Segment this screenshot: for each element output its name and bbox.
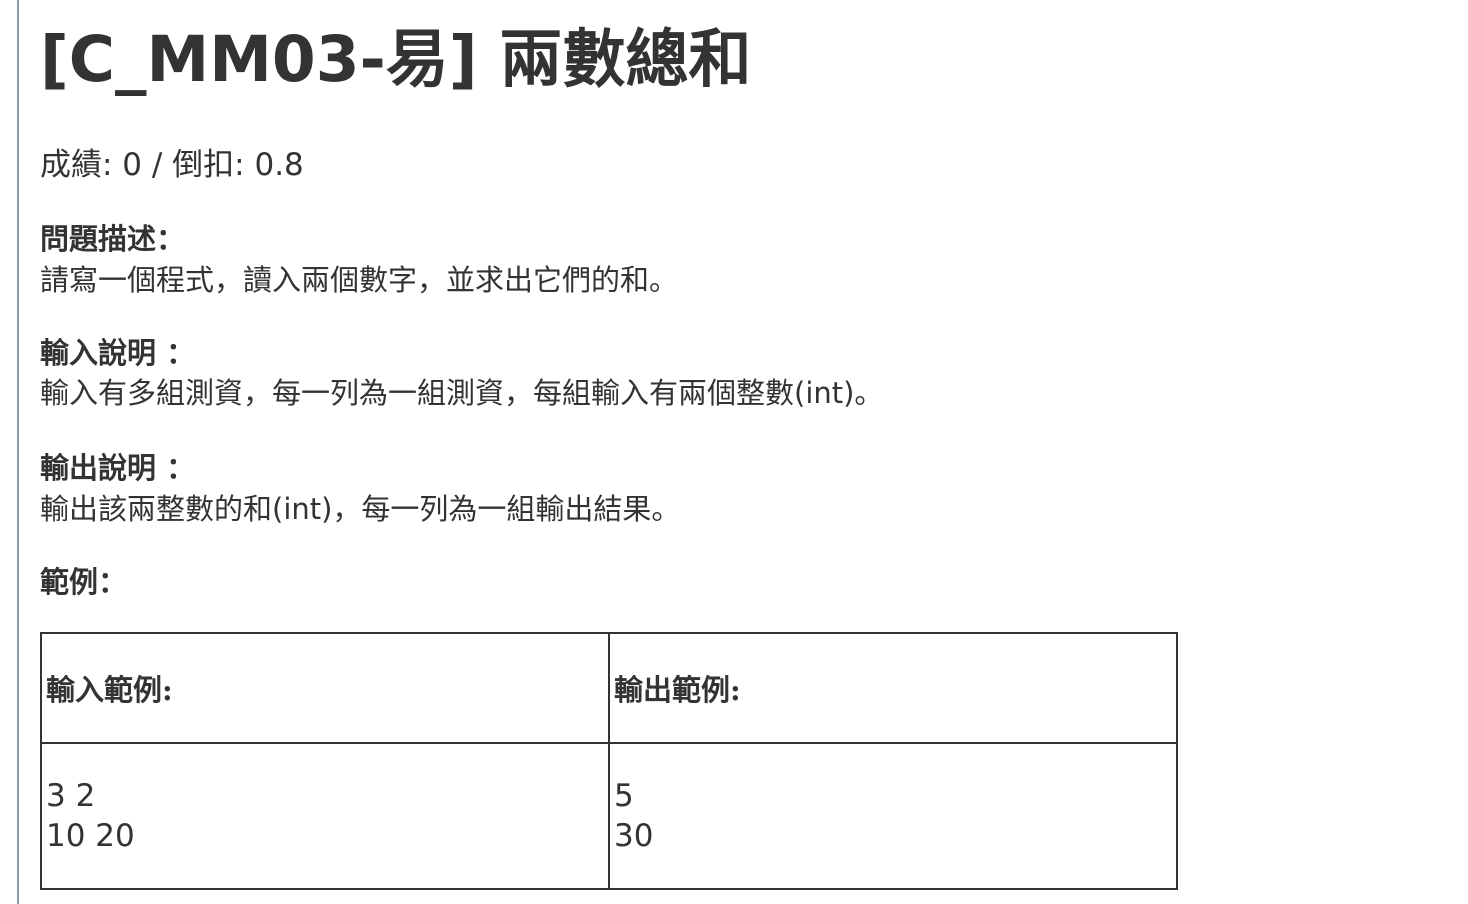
input-example-line: 10 20 [46, 818, 135, 854]
example-header-row: 輸入範例: 輸出範例: [40, 632, 1178, 744]
input-description-label: 輸入說明 ： [40, 336, 196, 370]
example-label: 範例： [40, 565, 128, 599]
description-label: 問題描述： [40, 222, 186, 256]
output-description-text: 輸出該兩整數的和(int)，每一列為一組輸出結果。 [40, 492, 681, 526]
input-description-text: 輸入有多組測資，每一列為一組測資，每組輸入有兩個整數(int)。 [40, 376, 884, 410]
output-example-header: 輸出範例: [608, 632, 1178, 744]
left-border-rule [17, 0, 19, 904]
input-example-line: 3 2 [46, 778, 96, 814]
example-table: 輸入範例: 輸出範例: 3 2 10 20 5 30 [40, 632, 1178, 890]
output-example-line: 30 [614, 818, 654, 854]
problem-title: [C_MM03-易] 兩數總和 [40, 23, 752, 96]
description-text: 請寫一個程式，讀入兩個數字，並求出它們的和。 [40, 263, 679, 297]
output-description-label: 輸出說明 ： [40, 451, 196, 485]
score-line: 成績: 0 / 倒扣: 0.8 [40, 147, 304, 183]
example-data-row: 3 2 10 20 5 30 [40, 742, 1178, 890]
output-example-cell: 5 30 [608, 742, 1178, 890]
output-example-line: 5 [614, 778, 634, 814]
input-example-cell: 3 2 10 20 [40, 742, 610, 890]
input-example-header: 輸入範例: [40, 632, 610, 744]
